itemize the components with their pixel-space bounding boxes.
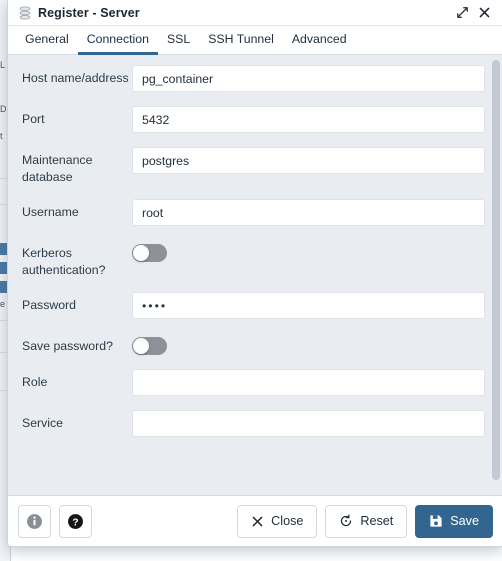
server-database-icon — [19, 5, 31, 20]
question-circle-icon: ? — [68, 513, 83, 529]
port-input[interactable] — [132, 106, 485, 133]
label-service: Service — [22, 416, 64, 430]
form-row-maintenance-database: Maintenance database — [8, 147, 502, 185]
password-masked-value: •••• — [142, 298, 168, 313]
form-row-username: Username — [8, 199, 502, 226]
label-save-password: Save password? — [22, 339, 113, 353]
connection-form: Host name/address Port Maintenance datab… — [8, 55, 502, 495]
form-row-role: Role — [8, 369, 502, 396]
label-role: Role — [22, 375, 48, 389]
form-vertical-scrollbar[interactable] — [492, 60, 500, 480]
toggle-knob — [133, 338, 149, 354]
kerberos-authentication-toggle[interactable] — [132, 244, 167, 262]
reset-button-label: Reset — [360, 514, 394, 528]
label-username: Username — [22, 205, 79, 219]
username-input[interactable] — [132, 199, 485, 226]
expand-diagonal-icon — [456, 7, 468, 18]
role-input[interactable] — [132, 369, 485, 396]
dialog-title: Register - Server — [38, 5, 140, 20]
tab-general[interactable]: General — [16, 32, 78, 55]
label-password: Password — [22, 298, 76, 312]
dialog-titlebar: Register - Server — [8, 0, 502, 26]
tab-connection[interactable]: Connection — [77, 32, 158, 55]
tab-advanced[interactable]: Advanced — [283, 32, 356, 55]
register-server-dialog: Register - Server General Connection SSL… — [7, 0, 502, 547]
label-maintenance-database: Maintenance database — [22, 153, 93, 184]
save-password-toggle[interactable] — [132, 337, 167, 355]
close-button[interactable] — [473, 3, 495, 23]
dialog-footer: ? Close Reset Save — [8, 495, 502, 546]
form-row-save-password: Save password? — [8, 333, 502, 355]
toggle-knob — [133, 245, 149, 261]
form-row-service: Service — [8, 410, 502, 437]
label-port: Port — [22, 112, 45, 126]
help-button[interactable]: ? — [59, 504, 92, 538]
close-x-icon — [252, 516, 263, 526]
password-input[interactable]: •••• — [132, 292, 485, 319]
close-x-icon — [479, 7, 489, 18]
form-row-password: Password •••• — [8, 292, 502, 319]
form-row-port: Port — [8, 106, 502, 133]
reset-button[interactable]: Reset — [325, 504, 408, 538]
info-circle-icon — [27, 513, 42, 529]
reset-circular-arrow-icon — [341, 514, 352, 527]
maximize-button[interactable] — [451, 3, 473, 23]
label-kerberos-authentication: Kerberos authentication? — [22, 246, 106, 277]
save-button[interactable]: Save — [415, 504, 493, 538]
dialog-tabbar: General Connection SSL SSH Tunnel Advanc… — [8, 26, 502, 55]
service-input[interactable] — [132, 410, 485, 437]
maintenance-database-input[interactable] — [132, 147, 485, 174]
tab-ssl[interactable]: SSL — [158, 32, 199, 55]
svg-text:?: ? — [72, 517, 78, 528]
info-button[interactable] — [18, 504, 51, 538]
connection-form-panel: Host name/address Port Maintenance datab… — [8, 55, 502, 495]
host-name-address-input[interactable] — [132, 65, 485, 92]
tab-ssh-tunnel[interactable]: SSH Tunnel — [199, 32, 283, 55]
label-host-name-address: Host name/address — [22, 71, 129, 85]
save-button-label: Save — [450, 514, 479, 528]
close-button-label: Close — [271, 514, 304, 528]
form-row-host-name-address: Host name/address — [8, 65, 502, 92]
close-button[interactable]: Close — [237, 504, 318, 538]
floppy-disk-icon — [430, 515, 442, 527]
form-row-kerberos-authentication: Kerberos authentication? — [8, 240, 502, 278]
